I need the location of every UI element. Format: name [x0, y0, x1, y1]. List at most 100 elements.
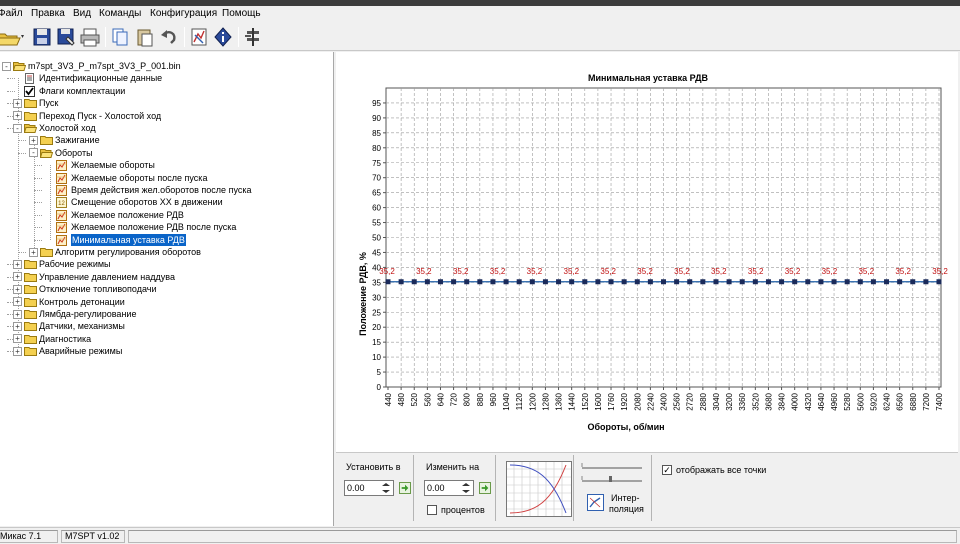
- chart-edit-icon[interactable]: [189, 26, 209, 48]
- expand-icon[interactable]: +: [13, 259, 22, 269]
- y-tick-label: 70: [372, 174, 381, 183]
- save-icon[interactable]: [32, 26, 52, 48]
- percent-checkbox[interactable]: [427, 505, 437, 515]
- tree-item[interactable]: Желаемые обороты после пуска: [0, 172, 333, 184]
- tree-root[interactable]: - m7spt_3V3_P_m7spt_3V3_P_001.bin: [0, 60, 333, 72]
- expand-icon[interactable]: +: [13, 334, 22, 344]
- tree-item[interactable]: Время действия жел.оборотов после пуска: [0, 184, 333, 196]
- curve-preview-icon[interactable]: [506, 461, 572, 517]
- menu-file[interactable]: Файл: [0, 8, 23, 19]
- data-point: [870, 279, 876, 285]
- collapse-icon[interactable]: -: [13, 123, 22, 133]
- tree-item[interactable]: + Алгоритм регулирования оборотов: [0, 246, 333, 258]
- save-as-icon[interactable]: [56, 26, 76, 48]
- tree-item[interactable]: + Пуск: [0, 97, 333, 109]
- data-point: [765, 279, 771, 285]
- menu-edit[interactable]: Правка: [31, 8, 65, 19]
- expand-icon[interactable]: +: [29, 247, 38, 257]
- data-point: [936, 279, 942, 285]
- x-tick-label: 2080: [633, 392, 642, 410]
- tree-item[interactable]: + Управление давлением наддува: [0, 271, 333, 283]
- x-tick-label: 2880: [699, 392, 708, 410]
- collapse-icon[interactable]: -: [2, 61, 11, 71]
- tree-item[interactable]: Желаемые обороты: [0, 159, 333, 172]
- collapse-icon[interactable]: -: [29, 148, 38, 158]
- tree-item[interactable]: - Обороты: [0, 147, 333, 159]
- interpolation-icon[interactable]: [587, 494, 604, 511]
- spin-arrows-icon[interactable]: [380, 482, 392, 494]
- tree-item[interactable]: + Отключение топливоподачи: [0, 283, 333, 295]
- apply-set-button[interactable]: [399, 482, 411, 494]
- y-tick-label: 20: [372, 323, 381, 332]
- x-tick-label: 4320: [804, 392, 813, 410]
- tree-item[interactable]: Желаемое положение РДВ после пуска: [0, 221, 333, 234]
- x-tick-label: 5600: [856, 392, 865, 410]
- data-point: [752, 279, 758, 285]
- tree-item-label: Диагностика: [39, 333, 92, 344]
- paste-icon[interactable]: [135, 26, 155, 48]
- copy-icon[interactable]: [110, 26, 130, 48]
- tree-item[interactable]: + Датчики, механизмы: [0, 320, 333, 332]
- tree-item[interactable]: + Переход Пуск - Холостой ход: [0, 110, 333, 122]
- expand-icon[interactable]: +: [13, 111, 22, 121]
- menu-view[interactable]: Вид: [73, 8, 91, 19]
- set-to-input[interactable]: 0.00: [344, 480, 394, 496]
- expand-icon[interactable]: +: [13, 346, 22, 356]
- tree-item-label: Пуск: [39, 98, 59, 109]
- expand-icon[interactable]: +: [13, 309, 22, 319]
- expand-icon[interactable]: +: [13, 321, 22, 331]
- tree-item-label: Отключение топливоподачи: [39, 284, 157, 295]
- data-label: 35,2: [822, 267, 838, 276]
- tree-item-label: Рабочие режимы: [39, 259, 111, 270]
- undo-icon[interactable]: [159, 26, 179, 48]
- tree-item[interactable]: Желаемое положение РДВ: [0, 209, 333, 221]
- chart-panel: Минимальная уставка РДВ 0 5 10 15 20 25 30 35 40…: [336, 52, 958, 452]
- tree-item-label: Управление давлением наддува: [39, 271, 175, 282]
- x-tick-label: 4000: [791, 392, 800, 410]
- tree-item-label: Желаемое положение РДВ: [71, 209, 184, 220]
- settings-tool-icon[interactable]: [243, 26, 263, 48]
- data-point: [424, 279, 430, 285]
- tree-item[interactable]: + Аварийные режимы: [0, 345, 333, 357]
- menu-configuration[interactable]: Конфигурация: [150, 8, 217, 19]
- slider-track-icon[interactable]: [581, 461, 643, 485]
- data-label: 35,2: [858, 267, 874, 276]
- tree-item[interactable]: Идентификационные данные: [0, 72, 333, 85]
- tree-item[interactable]: - Холостой ход: [0, 122, 333, 134]
- expand-icon[interactable]: +: [13, 272, 22, 282]
- tree-item-label: Время действия жел.оборотов после пуска: [71, 185, 252, 195]
- tree-item[interactable]: Флаги комплектации: [0, 85, 333, 97]
- info-icon[interactable]: [213, 26, 233, 48]
- tree-item[interactable]: 12 Смещение оборотов ХХ в движении: [0, 196, 333, 209]
- tree-item[interactable]: + Рабочие режимы: [0, 258, 333, 270]
- show-all-points-checkbox[interactable]: ✓: [662, 465, 672, 475]
- apply-change-button[interactable]: [479, 482, 491, 494]
- data-point: [437, 279, 443, 285]
- expand-icon[interactable]: +: [13, 297, 22, 307]
- tree-item[interactable]: + Зажигание: [0, 134, 333, 146]
- menu-help[interactable]: Помощь: [222, 8, 261, 19]
- expand-icon[interactable]: +: [13, 284, 22, 294]
- open-folder-icon[interactable]: [0, 26, 26, 48]
- y-tick-label: 10: [372, 353, 381, 362]
- x-tick-label: 1280: [541, 392, 550, 410]
- menu-commands[interactable]: Команды: [99, 8, 141, 19]
- set-to-value: 0.00: [347, 483, 365, 493]
- data-point: [411, 279, 417, 285]
- tree-item[interactable]: + Диагностика: [0, 333, 333, 345]
- expand-icon[interactable]: +: [29, 135, 38, 145]
- tree-item[interactable]: + Контроль детонации: [0, 296, 333, 308]
- print-icon[interactable]: [79, 26, 101, 48]
- x-tick-label: 1920: [620, 392, 629, 410]
- chart[interactable]: Минимальная уставка РДВ 0510152025303540…: [336, 52, 958, 452]
- tree-item[interactable]: + Лямбда-регулирование: [0, 308, 333, 320]
- y-tick-label: 30: [372, 293, 381, 302]
- spin-arrows-icon[interactable]: [460, 482, 472, 494]
- y-tick-label: 45: [372, 248, 381, 257]
- data-point: [582, 279, 588, 285]
- data-point: [897, 279, 903, 285]
- change-by-input[interactable]: 0.00: [424, 480, 474, 496]
- change-by-label: Изменить на: [426, 462, 480, 472]
- tree-item[interactable]: Минимальная уставка РДВ: [0, 233, 333, 246]
- expand-icon[interactable]: +: [13, 98, 22, 108]
